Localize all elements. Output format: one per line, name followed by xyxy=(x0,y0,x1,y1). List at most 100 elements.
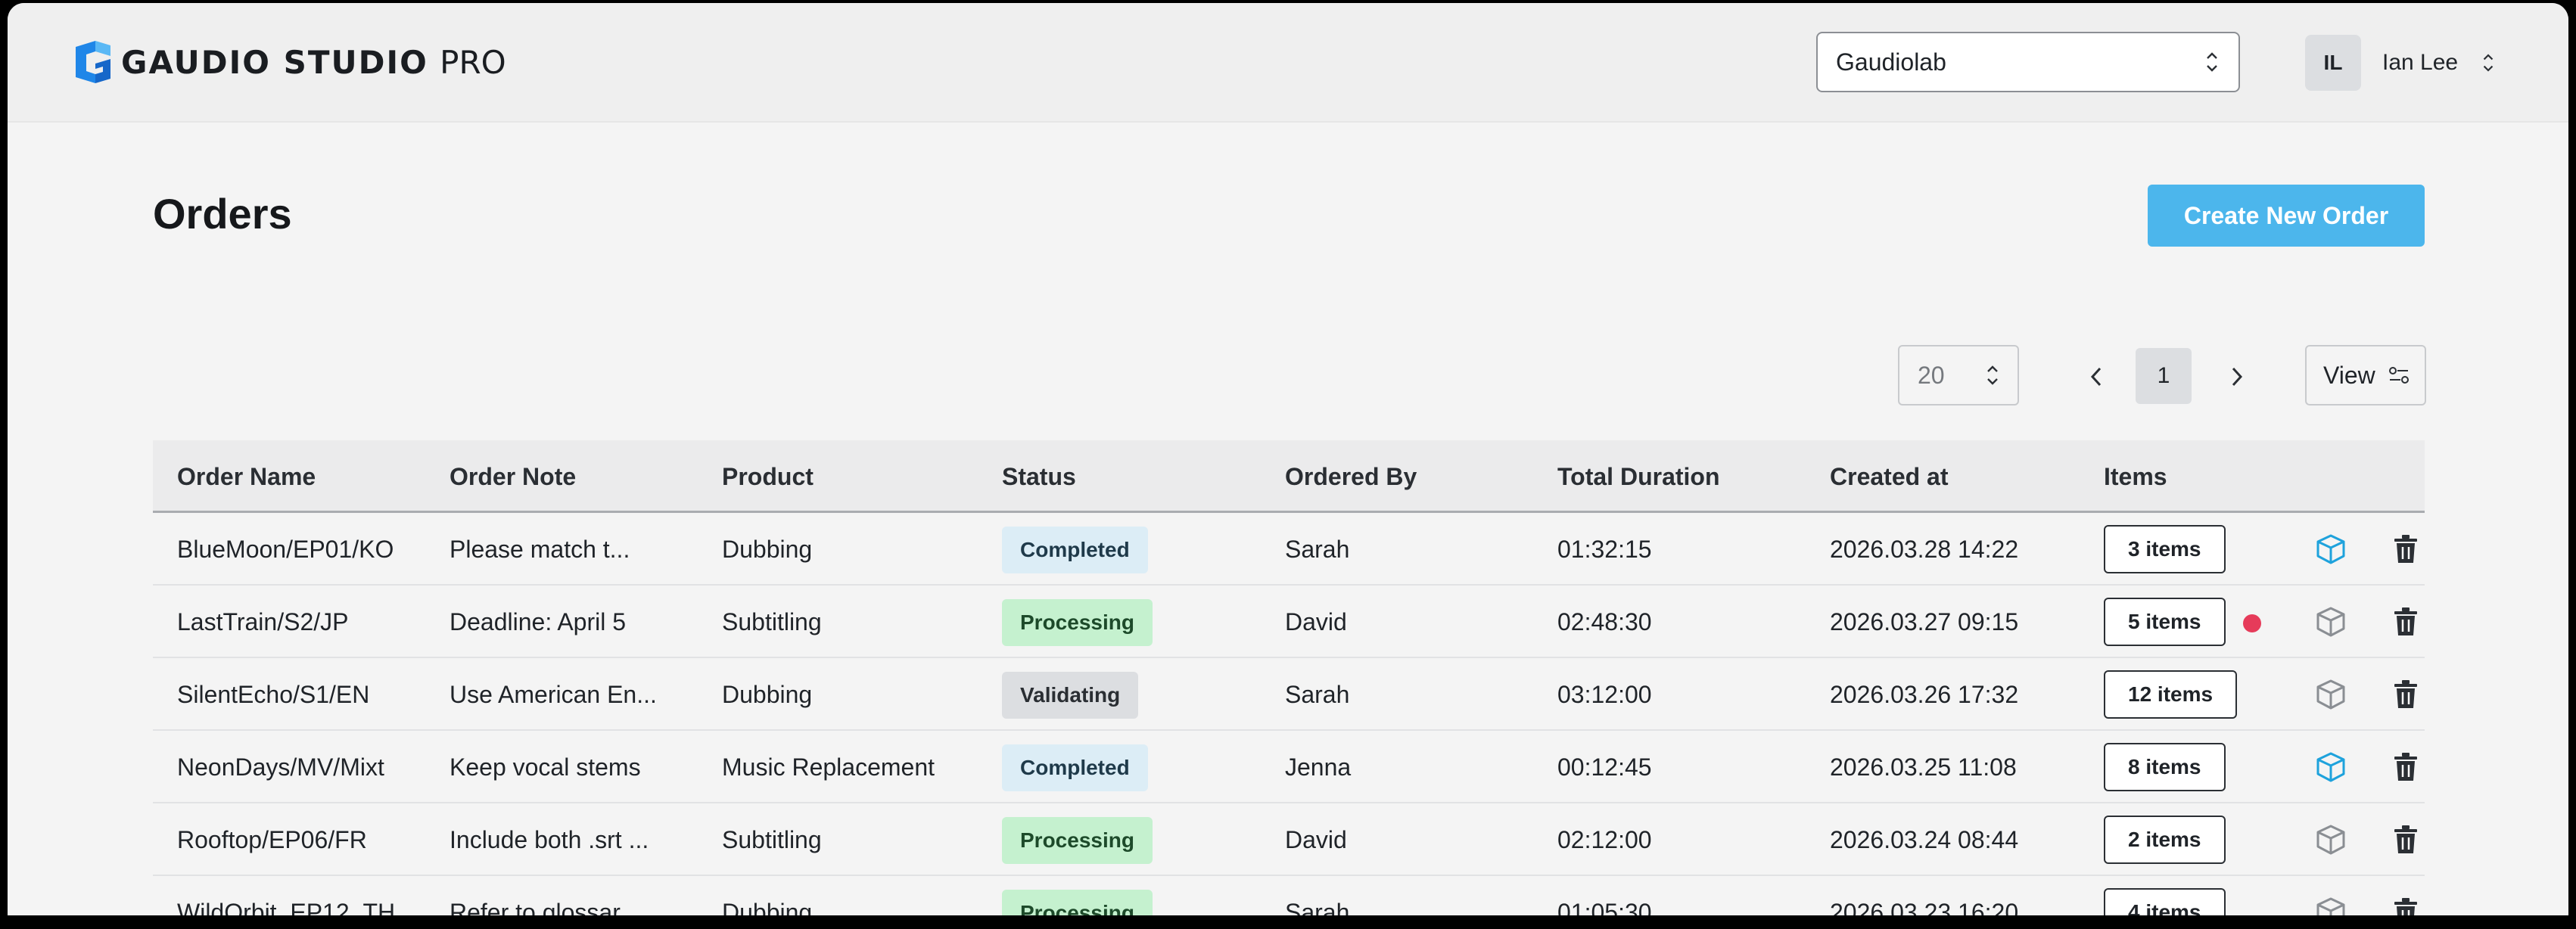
status-badge: Validating xyxy=(1002,672,1139,719)
package-box-icon[interactable] xyxy=(2314,678,2347,711)
order-name-cell[interactable]: Rooftop/EP06/FR xyxy=(177,803,367,876)
package-box-icon[interactable] xyxy=(2314,823,2347,856)
page-size-value: 20 xyxy=(1918,361,1945,389)
items-button[interactable]: 5 items xyxy=(2104,598,2226,646)
trash-icon[interactable] xyxy=(2393,607,2419,637)
created-at-cell: 2026.03.24 08:44 xyxy=(1830,826,2019,853)
organization-select[interactable]: Gaudiolab xyxy=(1816,32,2240,92)
product-cell: Music Replacement xyxy=(722,753,935,781)
toggle-settings-icon xyxy=(2388,367,2409,384)
package-box-icon[interactable] xyxy=(2314,896,2347,915)
column-header-total-duration[interactable]: Total Duration xyxy=(1557,440,1720,513)
column-header-items[interactable]: Items xyxy=(2104,440,2167,513)
ordered-by-cell: Jenna xyxy=(1285,753,1352,781)
order-note-cell: Use American En... xyxy=(450,681,657,708)
order-note-cell: Deadline: April 5 xyxy=(450,608,627,635)
page-number-current[interactable]: 1 xyxy=(2136,348,2192,404)
ordered-by-cell: Sarah xyxy=(1285,681,1350,708)
column-header-created-at[interactable]: Created at xyxy=(1830,440,1949,513)
package-box-icon[interactable] xyxy=(2314,750,2347,784)
create-new-order-button[interactable]: Create New Order xyxy=(2148,185,2425,247)
column-header-order-name[interactable]: Order Name xyxy=(177,440,316,513)
view-options-label: View xyxy=(2323,361,2375,389)
created-at-cell: 2026.03.23 16:20 xyxy=(1830,899,2019,915)
items-button[interactable]: 12 items xyxy=(2104,670,2238,719)
alert-dot-icon xyxy=(2243,614,2261,632)
trash-icon[interactable] xyxy=(2393,897,2419,915)
total-duration-cell: 02:12:00 xyxy=(1557,826,1652,853)
total-duration-cell: 03:12:00 xyxy=(1557,681,1652,708)
column-header-product[interactable]: Product xyxy=(722,440,814,513)
table-row[interactable]: Rooftop/EP06/FR Include both .srt ... Su… xyxy=(153,803,2425,876)
table-row[interactable]: WildOrbit_EP12_TH Refer to glossar... Du… xyxy=(153,876,2425,915)
page-size-select[interactable]: 20 xyxy=(1898,345,2019,405)
order-note-cell: Refer to glossar... xyxy=(450,899,639,915)
app-window: GAUDIO STUDIO PRO Gaudiolab IL Ian Lee O… xyxy=(8,3,2568,915)
trash-icon[interactable] xyxy=(2393,752,2419,782)
column-header-ordered-by[interactable]: Ordered By xyxy=(1285,440,1417,513)
user-name: Ian Lee xyxy=(2382,50,2459,75)
total-duration-cell: 02:48:30 xyxy=(1557,608,1652,635)
trash-icon[interactable] xyxy=(2393,825,2419,855)
ordered-by-cell: David xyxy=(1285,608,1347,635)
created-at-cell: 2026.03.26 17:32 xyxy=(1830,681,2019,708)
bottom-edge xyxy=(0,915,2576,929)
order-name-cell[interactable]: SilentEcho/S1/EN xyxy=(177,658,369,731)
chevron-up-down-icon xyxy=(2483,54,2494,72)
table-row[interactable]: SilentEcho/S1/EN Use American En... Dubb… xyxy=(153,658,2425,731)
order-note-cell: Include both .srt ... xyxy=(450,826,649,853)
chevron-right-icon xyxy=(2232,367,2243,387)
trash-icon[interactable] xyxy=(2393,679,2419,710)
status-badge: Processing xyxy=(1002,599,1153,646)
items-button[interactable]: 8 items xyxy=(2104,743,2226,791)
orders-table: Order Name Order Note Product Status Ord… xyxy=(153,440,2425,915)
table-row[interactable]: NeonDays/MV/Mixt Keep vocal stems Music … xyxy=(153,731,2425,803)
trash-icon[interactable] xyxy=(2393,534,2419,564)
order-name-cell[interactable]: WildOrbit_EP12_TH xyxy=(177,876,395,915)
order-name-cell[interactable]: LastTrain/S2/JP xyxy=(177,586,348,658)
next-page-button[interactable] xyxy=(2210,350,2263,404)
column-header-status[interactable]: Status xyxy=(1002,440,1076,513)
top-bar: GAUDIO STUDIO PRO Gaudiolab IL Ian Lee xyxy=(8,3,2568,123)
items-button[interactable]: 2 items xyxy=(2104,816,2226,864)
package-box-icon[interactable] xyxy=(2314,533,2347,566)
page-title: Orders xyxy=(153,190,292,238)
status-badge: Completed xyxy=(1002,744,1148,791)
order-name-cell[interactable]: BlueMoon/EP01/KO xyxy=(177,513,394,586)
total-duration-cell: 00:12:45 xyxy=(1557,753,1652,781)
created-at-cell: 2026.03.25 11:08 xyxy=(1830,753,2017,781)
package-box-icon[interactable] xyxy=(2314,605,2347,638)
order-note-cell: Keep vocal stems xyxy=(450,753,641,781)
product-cell: Dubbing xyxy=(722,681,813,708)
avatar: IL xyxy=(2305,35,2361,91)
view-options-button[interactable]: View xyxy=(2305,345,2426,405)
product-cell: Dubbing xyxy=(722,899,813,915)
previous-page-button[interactable] xyxy=(2070,350,2123,404)
status-badge: Processing xyxy=(1002,817,1153,864)
created-at-cell: 2026.03.28 14:22 xyxy=(1830,536,2019,563)
ordered-by-cell: Sarah xyxy=(1285,536,1350,563)
organization-select-value: Gaudiolab xyxy=(1836,48,1946,76)
brand-name: GAUDIO STUDIO PRO xyxy=(121,43,506,81)
user-menu[interactable]: IL Ian Lee xyxy=(2305,35,2496,91)
order-name-cell[interactable]: NeonDays/MV/Mixt xyxy=(177,731,384,803)
table-row[interactable]: BlueMoon/EP01/KO Please match t... Dubbi… xyxy=(153,513,2425,586)
items-button[interactable]: 3 items xyxy=(2104,525,2226,573)
order-note-cell: Please match t... xyxy=(450,536,630,563)
table-header: Order Name Order Note Product Status Ord… xyxy=(153,440,2425,513)
chevron-up-down-icon xyxy=(2207,52,2217,72)
brand-logo[interactable]: GAUDIO STUDIO PRO xyxy=(73,41,506,83)
product-cell: Subtitling xyxy=(722,826,822,853)
total-duration-cell: 01:32:15 xyxy=(1557,536,1652,563)
table-row[interactable]: LastTrain/S2/JP Deadline: April 5 Subtit… xyxy=(153,586,2425,658)
status-badge: Processing xyxy=(1002,890,1153,915)
table-body: BlueMoon/EP01/KO Please match t... Dubbi… xyxy=(153,513,2425,915)
chevron-up-down-icon xyxy=(1987,365,1998,385)
ordered-by-cell: David xyxy=(1285,826,1347,853)
column-header-order-note[interactable]: Order Note xyxy=(450,440,576,513)
items-button[interactable]: 4 items xyxy=(2104,888,2226,915)
ordered-by-cell: Sarah xyxy=(1285,899,1350,915)
total-duration-cell: 01:05:30 xyxy=(1557,899,1652,915)
created-at-cell: 2026.03.27 09:15 xyxy=(1830,608,2019,635)
product-cell: Subtitling xyxy=(722,608,822,635)
